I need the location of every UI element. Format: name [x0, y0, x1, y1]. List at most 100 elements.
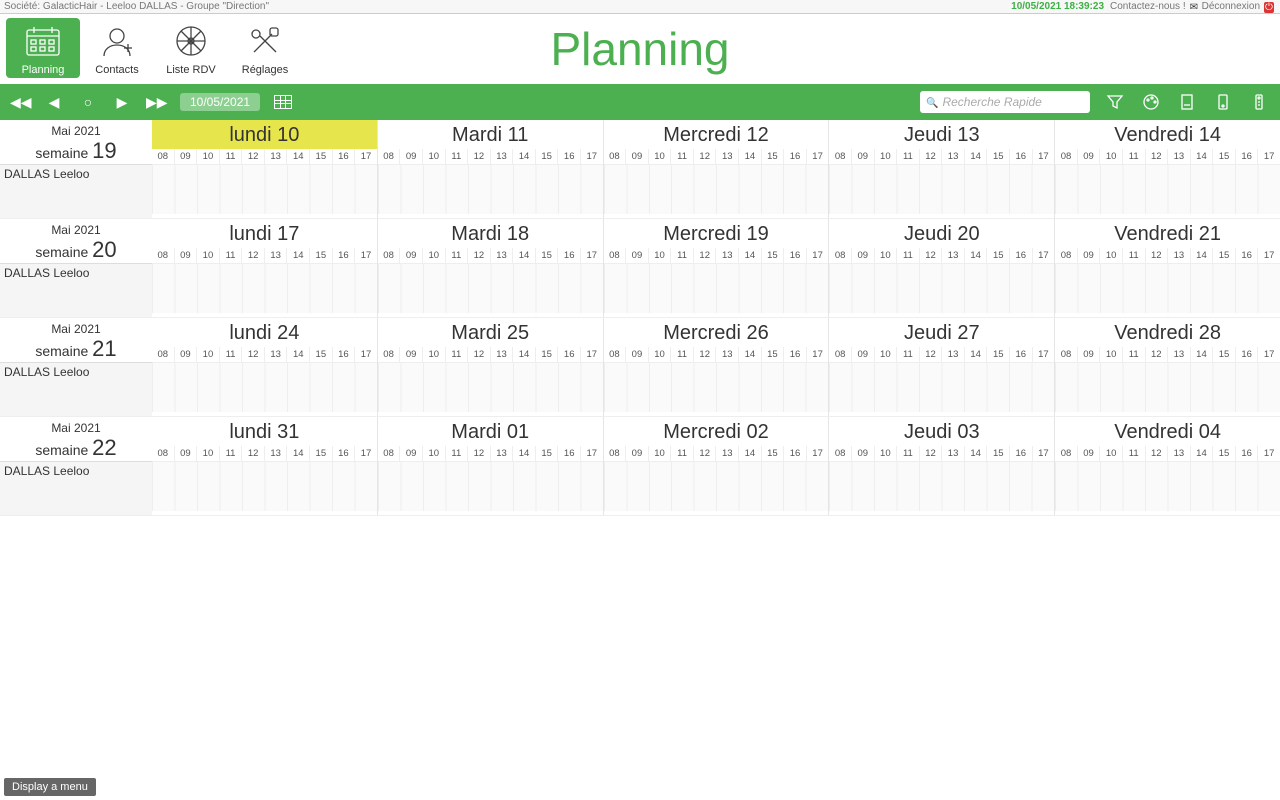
- device-icon[interactable]: [1212, 91, 1234, 113]
- hour-label: 09: [1077, 446, 1100, 461]
- hour-label: 08: [604, 347, 626, 362]
- day-column[interactable]: Mardi 1808091011121314151617: [377, 219, 603, 317]
- day-grid[interactable]: [604, 164, 829, 214]
- day-header[interactable]: lundi 17: [152, 219, 377, 248]
- search-input[interactable]: Recherche Rapide: [920, 91, 1090, 113]
- day-grid[interactable]: [829, 461, 1054, 511]
- nav-contacts[interactable]: Contacts: [80, 18, 154, 78]
- day-column[interactable]: lundi 2408091011121314151617: [152, 318, 377, 416]
- next-button[interactable]: ▶: [112, 94, 132, 111]
- palette-icon[interactable]: [1140, 91, 1162, 113]
- remote-icon[interactable]: [1248, 91, 1270, 113]
- day-header[interactable]: Mercredi 19: [604, 219, 829, 248]
- day-grid[interactable]: [1055, 461, 1280, 511]
- mail-icon[interactable]: [1190, 2, 1202, 12]
- hour-label: 12: [1145, 347, 1168, 362]
- day-header[interactable]: Mercredi 26: [604, 318, 829, 347]
- contact-link[interactable]: Contactez-nous !: [1110, 1, 1186, 12]
- day-header[interactable]: lundi 10: [152, 120, 377, 149]
- search-placeholder: Recherche Rapide: [942, 95, 1041, 109]
- week-label: Mai 2021semaine 21DALLAS Leeloo: [0, 318, 152, 416]
- day-header[interactable]: lundi 31: [152, 417, 377, 446]
- days-container: lundi 1708091011121314151617Mardi 180809…: [152, 219, 1280, 317]
- day-header[interactable]: Mardi 01: [378, 417, 603, 446]
- day-header[interactable]: Vendredi 04: [1055, 417, 1280, 446]
- day-grid[interactable]: [829, 164, 1054, 214]
- day-header[interactable]: Mardi 11: [378, 120, 603, 149]
- day-header[interactable]: Jeudi 03: [829, 417, 1054, 446]
- day-column[interactable]: lundi 3108091011121314151617: [152, 417, 377, 515]
- day-grid[interactable]: [152, 362, 377, 412]
- day-column[interactable]: Mardi 2508091011121314151617: [377, 318, 603, 416]
- day-grid[interactable]: [378, 164, 603, 214]
- document-icon[interactable]: [1176, 91, 1198, 113]
- fast-next-button[interactable]: ▶▶: [146, 94, 166, 111]
- hour-label: 11: [219, 347, 242, 362]
- day-column[interactable]: lundi 1008091011121314151617: [152, 120, 377, 218]
- day-column[interactable]: Jeudi 1308091011121314151617: [828, 120, 1054, 218]
- hour-label: 16: [557, 347, 580, 362]
- day-column[interactable]: Mardi 1108091011121314151617: [377, 120, 603, 218]
- grid-view-icon[interactable]: [274, 95, 292, 109]
- day-header[interactable]: Vendredi 28: [1055, 318, 1280, 347]
- day-header[interactable]: lundi 24: [152, 318, 377, 347]
- day-header[interactable]: Vendredi 21: [1055, 219, 1280, 248]
- day-header[interactable]: Mercredi 02: [604, 417, 829, 446]
- hour-label: 12: [693, 248, 716, 263]
- day-column[interactable]: Jeudi 0308091011121314151617: [828, 417, 1054, 515]
- day-header[interactable]: Mardi 25: [378, 318, 603, 347]
- day-grid[interactable]: [604, 461, 829, 511]
- hour-label: 09: [1077, 248, 1100, 263]
- day-column[interactable]: Vendredi 0408091011121314151617: [1054, 417, 1280, 515]
- hour-label: 09: [625, 248, 648, 263]
- logout-link[interactable]: Déconnexion: [1202, 1, 1260, 12]
- hour-label: 12: [693, 446, 716, 461]
- day-column[interactable]: lundi 1708091011121314151617: [152, 219, 377, 317]
- fast-prev-button[interactable]: ◀◀: [10, 94, 30, 111]
- hour-label: 17: [580, 248, 603, 263]
- day-grid[interactable]: [829, 362, 1054, 412]
- day-grid[interactable]: [378, 263, 603, 313]
- day-header[interactable]: Mardi 18: [378, 219, 603, 248]
- day-header[interactable]: Vendredi 14: [1055, 120, 1280, 149]
- day-header[interactable]: Jeudi 20: [829, 219, 1054, 248]
- day-column[interactable]: Jeudi 2008091011121314151617: [828, 219, 1054, 317]
- filter-icon[interactable]: [1104, 91, 1126, 113]
- day-grid[interactable]: [604, 362, 829, 412]
- nav-listerdv[interactable]: Liste RDV: [154, 18, 228, 78]
- date-picker[interactable]: 10/05/2021: [180, 93, 260, 111]
- hour-label: 08: [378, 347, 400, 362]
- day-grid[interactable]: [378, 362, 603, 412]
- prev-button[interactable]: ◀: [44, 94, 64, 111]
- day-grid[interactable]: [152, 164, 377, 214]
- today-button[interactable]: [78, 94, 98, 110]
- day-column[interactable]: Vendredi 2808091011121314151617: [1054, 318, 1280, 416]
- power-icon[interactable]: [1264, 2, 1276, 12]
- nav-planning[interactable]: Planning: [6, 18, 80, 78]
- day-column[interactable]: Vendredi 1408091011121314151617: [1054, 120, 1280, 218]
- day-grid[interactable]: [1055, 362, 1280, 412]
- hour-label: 10: [874, 446, 897, 461]
- hour-label: 09: [174, 149, 197, 164]
- day-column[interactable]: Mercredi 1208091011121314151617: [603, 120, 829, 218]
- day-column[interactable]: Mercredi 2608091011121314151617: [603, 318, 829, 416]
- day-grid[interactable]: [152, 263, 377, 313]
- day-grid[interactable]: [152, 461, 377, 511]
- day-grid[interactable]: [1055, 263, 1280, 313]
- day-header[interactable]: Jeudi 13: [829, 120, 1054, 149]
- day-column[interactable]: Vendredi 2108091011121314151617: [1054, 219, 1280, 317]
- day-grid[interactable]: [604, 263, 829, 313]
- day-column[interactable]: Mercredi 1908091011121314151617: [603, 219, 829, 317]
- hour-label: 13: [941, 347, 964, 362]
- day-grid[interactable]: [378, 461, 603, 511]
- day-header[interactable]: Mercredi 12: [604, 120, 829, 149]
- nav-reglages[interactable]: Réglages: [228, 18, 302, 78]
- hour-label: 12: [467, 446, 490, 461]
- day-column[interactable]: Jeudi 2708091011121314151617: [828, 318, 1054, 416]
- day-header[interactable]: Jeudi 27: [829, 318, 1054, 347]
- day-grid[interactable]: [829, 263, 1054, 313]
- display-menu-button[interactable]: Display a menu: [4, 778, 96, 796]
- day-column[interactable]: Mardi 0108091011121314151617: [377, 417, 603, 515]
- day-column[interactable]: Mercredi 0208091011121314151617: [603, 417, 829, 515]
- day-grid[interactable]: [1055, 164, 1280, 214]
